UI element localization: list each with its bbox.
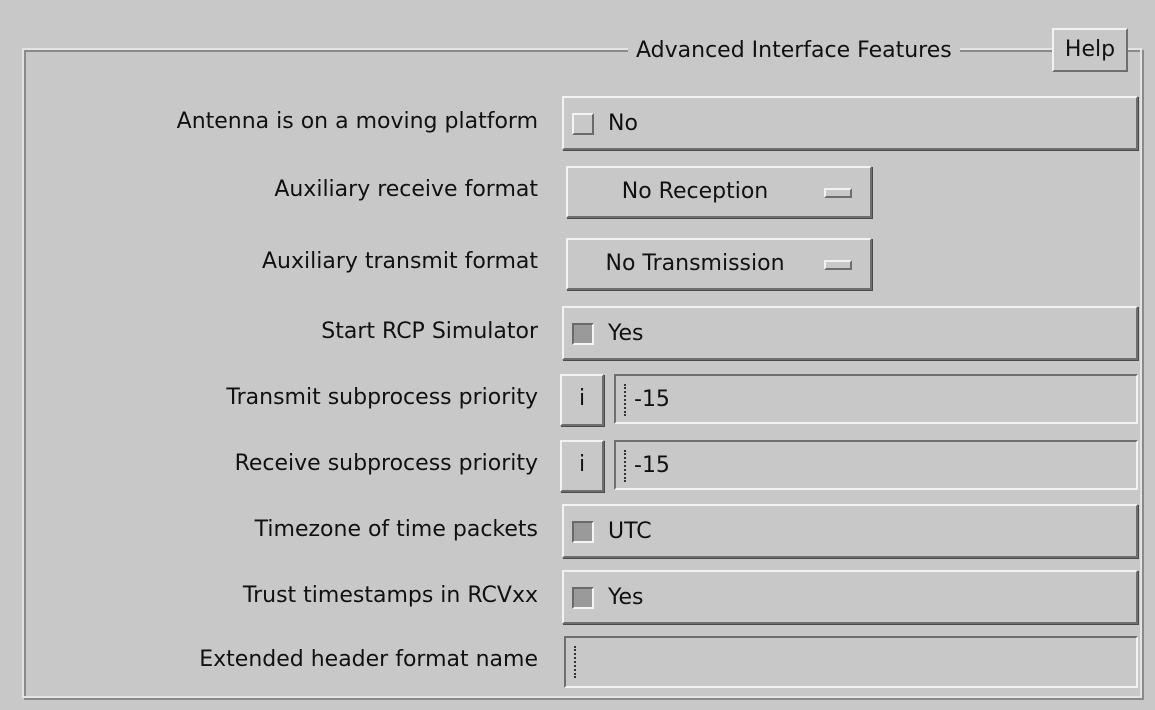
moving-platform-label: Antenna is on a moving platform	[176, 109, 538, 134]
text-cursor-icon	[624, 450, 632, 482]
text-cursor-icon	[574, 646, 582, 678]
timezone-value: UTC	[608, 519, 652, 544]
transmit-priority-info-button[interactable]: i	[560, 374, 604, 426]
trust-timestamps-value: Yes	[608, 585, 644, 610]
rcp-simulator-value: Yes	[608, 321, 644, 346]
ext-header-input[interactable]	[564, 636, 1138, 688]
row-aux-receive: Auxiliary receive format No Reception	[0, 164, 1155, 220]
aux-transmit-menu[interactable]: No Transmission	[566, 238, 872, 290]
row-receive-priority: Receive subprocess priority i -15	[0, 438, 1155, 494]
receive-priority-input[interactable]: -15	[614, 440, 1138, 490]
row-transmit-priority: Transmit subprocess priority i -15	[0, 372, 1155, 428]
trust-timestamps-toggle[interactable]: Yes	[562, 570, 1138, 624]
receive-priority-label: Receive subprocess priority	[234, 451, 538, 476]
aux-transmit-label: Auxiliary transmit format	[261, 249, 538, 274]
rcp-simulator-toggle[interactable]: Yes	[562, 306, 1138, 360]
aux-transmit-value: No Transmission	[605, 251, 785, 276]
aux-receive-menu[interactable]: No Reception	[566, 166, 872, 218]
option-menu-indicator-icon	[824, 188, 852, 198]
frame-title: Advanced Interface Features	[628, 34, 960, 68]
timezone-label: Timezone of time packets	[254, 517, 538, 542]
rcp-simulator-label: Start RCP Simulator	[321, 319, 538, 344]
checkbox-icon	[572, 323, 594, 345]
text-cursor-icon	[624, 384, 632, 416]
moving-platform-value: No	[608, 111, 638, 136]
transmit-priority-value: -15	[634, 387, 670, 412]
aux-receive-value: No Reception	[621, 179, 769, 204]
transmit-priority-input[interactable]: -15	[614, 374, 1138, 424]
moving-platform-toggle[interactable]: No	[562, 96, 1138, 150]
transmit-priority-label: Transmit subprocess priority	[226, 385, 538, 410]
row-rcp-simulator: Start RCP Simulator Yes	[0, 306, 1155, 362]
timezone-toggle[interactable]: UTC	[562, 504, 1138, 558]
row-aux-transmit: Auxiliary transmit format No Transmissio…	[0, 236, 1155, 292]
aux-receive-label: Auxiliary receive format	[274, 177, 538, 202]
row-timezone: Timezone of time packets UTC	[0, 504, 1155, 560]
option-menu-indicator-icon	[824, 260, 852, 270]
checkbox-icon	[572, 113, 594, 135]
checkbox-icon	[572, 587, 594, 609]
row-trust-timestamps: Trust timestamps in RCVxx Yes	[0, 570, 1155, 626]
checkbox-icon	[572, 521, 594, 543]
receive-priority-info-button[interactable]: i	[560, 440, 604, 492]
trust-timestamps-label: Trust timestamps in RCVxx	[242, 583, 538, 608]
help-button[interactable]: Help	[1052, 28, 1128, 72]
row-moving-platform: Antenna is on a moving platform No	[0, 96, 1155, 152]
ext-header-label: Extended header format name	[199, 647, 538, 672]
row-extended-header: Extended header format name	[0, 634, 1155, 690]
receive-priority-value: -15	[634, 453, 670, 478]
